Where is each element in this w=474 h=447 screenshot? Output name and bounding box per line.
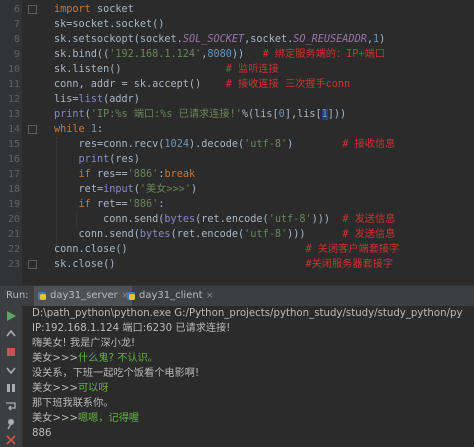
line-number: 19 [7, 199, 20, 210]
arrow-up-icon[interactable] [5, 328, 17, 340]
code-line: sk.setsockopt(socket.SOL_SOCKET,socket.S… [54, 34, 386, 45]
console-user-input: 什么鬼? 不认识。 [77, 353, 158, 364]
code-line: if ret=='886': [78, 199, 165, 210]
line-number: 11 [7, 79, 20, 90]
line-number: 22 [7, 244, 20, 255]
arrow-down-icon[interactable] [5, 364, 17, 376]
line-number: 23 [7, 259, 20, 270]
code-comment: # 绑定服务端的：IP+端口 [262, 49, 385, 60]
line-number: 6 [13, 4, 20, 15]
line-number: 16 [7, 154, 20, 165]
code-line: while 1: [54, 124, 104, 135]
console-line: 886 [32, 428, 52, 439]
fold-marker-icon[interactable] [28, 125, 37, 134]
code-comment: # 发送信息 [342, 229, 396, 240]
line-number: 17 [7, 169, 20, 180]
code-line: conn, addr = sk.accept() # 接收连接 三次握手conn [54, 79, 351, 90]
soft-wrap-icon[interactable] [5, 400, 17, 412]
console-prompt: 美女>>> [32, 383, 78, 394]
fold-marker-icon[interactable] [28, 260, 37, 269]
code-line: print('IP:%s 端口:%s 已请求连接!'%(lis[0],lis[1… [54, 109, 347, 120]
run-panel-title: Run: [6, 290, 29, 301]
tab-day31-client[interactable]: day31_client × [123, 286, 217, 306]
code-editor[interactable]: 6 7 8 9 10 11 12 13 14 15 16 17 18 19 20… [0, 0, 474, 285]
code-comment: # 关闭客户端套接字 [305, 244, 400, 255]
console-line: 美女>>>嗯嗯，记得喔 [32, 411, 139, 426]
console-line: 那下班我联系你。 [32, 398, 114, 409]
close-icon[interactable] [5, 434, 17, 446]
python-file-icon [38, 292, 46, 300]
tab-label: day31_client [139, 290, 203, 301]
console-line: 美女>>>什么鬼? 不认识。 [32, 351, 158, 366]
code-line: ret=input('美女>>>') [78, 184, 198, 195]
pause-icon[interactable] [5, 382, 17, 394]
code-line: sk=socket.socket() [54, 19, 165, 30]
code-line: if res=='886':break [78, 169, 196, 180]
tab-day31-server[interactable]: day31_server × [34, 286, 132, 306]
console-line: 嗨美女! 我是广深小龙! [32, 338, 136, 349]
code-line: conn.send(bytes(ret.encode('utf-8'))) # … [103, 214, 396, 225]
line-number: 7 [13, 19, 20, 30]
code-line: print(res) [78, 154, 140, 165]
code-line: sk.listen() # 监听连接 [54, 64, 279, 75]
line-number: 10 [7, 64, 20, 75]
code-line: conn.close() # 关闭客户端套接字 [54, 244, 400, 255]
console-prompt: 美女>>> [32, 413, 78, 424]
run-toolbar [0, 306, 23, 447]
stop-icon[interactable] [5, 346, 17, 358]
console-line: 美女>>>可以呀 [32, 381, 109, 396]
code-line: sk.bind(('192.168.1.124',8080)) # 绑定服务端的… [54, 49, 385, 60]
console-prompt: 美女>>> [32, 353, 78, 364]
rerun-icon[interactable] [5, 310, 17, 322]
python-file-icon [127, 292, 135, 300]
line-number: 12 [7, 94, 20, 105]
code-comment: #关闭服务器套接字 [305, 259, 394, 270]
line-number: 8 [13, 34, 20, 45]
code-comment: # 监听连接 [225, 64, 279, 75]
console-user-input: 可以呀 [77, 383, 109, 394]
tab-label: day31_server [50, 290, 118, 301]
code-line: lis=list(addr) [54, 94, 140, 105]
console-line: IP:192.168.1.124 端口:6230 已请求连接! [32, 323, 231, 334]
code-line: res=conn.recv(1024).decode('utf-8') # 接收… [78, 139, 396, 150]
line-number: 9 [13, 49, 20, 60]
close-icon[interactable]: × [206, 286, 214, 306]
run-console-output[interactable]: D:\path_python\python.exe G:/Python_proj… [23, 306, 474, 447]
console-user-input: 嗯嗯，记得喔 [77, 413, 140, 424]
code-comment: # 发送信息 [342, 214, 396, 225]
pin-icon[interactable] [5, 418, 17, 430]
fold-gutter [22, 0, 42, 285]
code-comment: # 接收信息 [342, 139, 396, 150]
run-tool-window-header: Run: day31_server × day31_client × [0, 285, 474, 307]
fold-marker-icon[interactable] [28, 5, 37, 14]
ide-window: 6 7 8 9 10 11 12 13 14 15 16 17 18 19 20… [0, 0, 474, 447]
code-comment: # 接收连接 三次握手conn [225, 79, 351, 90]
line-number: 14 [7, 124, 20, 135]
line-number: 20 [7, 214, 20, 225]
console-line: D:\path_python\python.exe G:/Python_proj… [32, 308, 463, 319]
code-line: sk.close() #关闭服务器套接字 [54, 259, 394, 270]
console-line: 没关系，下班一起吃个饭看个电影啊! [32, 368, 200, 379]
line-number: 21 [7, 229, 20, 240]
line-number-gutter: 6 7 8 9 10 11 12 13 14 15 16 17 18 19 20… [0, 0, 23, 285]
line-number: 15 [7, 139, 20, 150]
code-line: import socket [54, 4, 134, 15]
line-number: 18 [7, 184, 20, 195]
code-line: conn.send(bytes(ret.encode('utf-8'))) # … [78, 229, 396, 240]
line-number: 13 [7, 109, 20, 120]
